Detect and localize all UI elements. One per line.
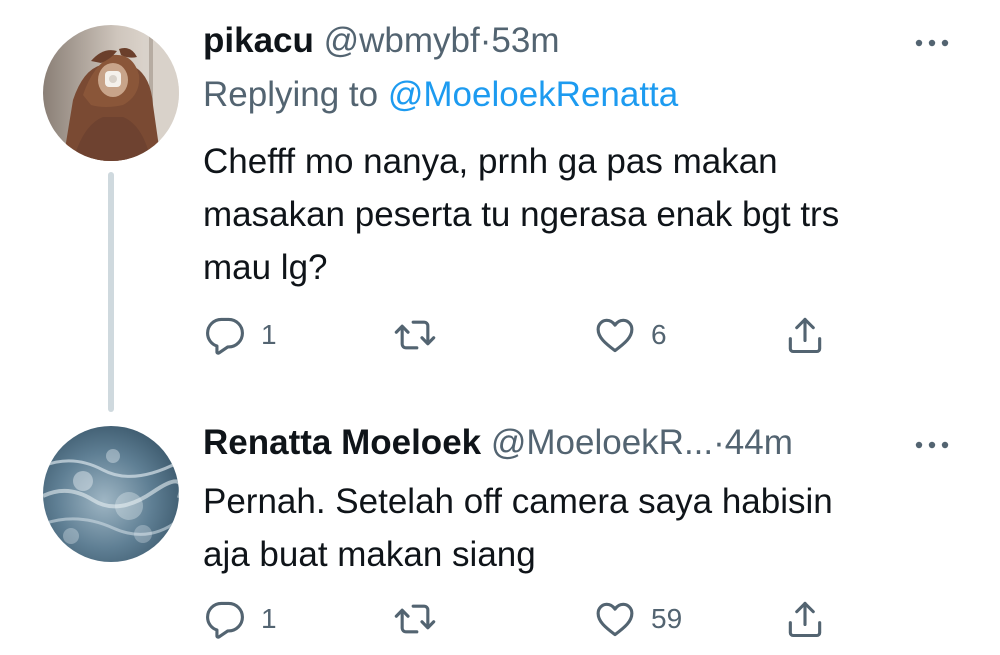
more-options-button[interactable] bbox=[912, 33, 952, 53]
thread-connector-line bbox=[108, 172, 114, 412]
tweet[interactable]: Renatta Moeloek @MoeloekR...·44m Pernah.… bbox=[0, 420, 1000, 655]
retweet-button[interactable] bbox=[393, 313, 437, 357]
mention-link[interactable]: @MoeloekRenatta bbox=[388, 75, 678, 114]
heart-icon bbox=[596, 318, 634, 353]
like-count: 6 bbox=[651, 319, 667, 350]
avatar[interactable] bbox=[43, 25, 179, 161]
retweet-button[interactable] bbox=[393, 597, 437, 641]
retweet-icon bbox=[394, 320, 436, 350]
replying-to: Replying to @MoeloekRenatta bbox=[203, 74, 678, 116]
separator-dot: · bbox=[479, 21, 492, 60]
share-button[interactable] bbox=[783, 597, 827, 641]
reply-thread: pikacu @wbmybf·53m Replying to @MoeloekR… bbox=[0, 0, 1000, 655]
user-handle[interactable]: @wbmybf bbox=[324, 21, 480, 60]
user-handle[interactable]: @MoeloekR... bbox=[491, 423, 713, 462]
more-dots-icon bbox=[915, 441, 949, 449]
tweet-actions: 1 6 bbox=[0, 313, 1000, 357]
tweet-text: Pernah. Setelah off camera saya habisin … bbox=[203, 482, 833, 574]
reply-button[interactable]: 1 bbox=[203, 597, 277, 641]
display-name[interactable]: pikacu bbox=[203, 21, 314, 60]
more-dots-icon bbox=[915, 39, 949, 47]
share-icon bbox=[788, 601, 822, 638]
user-photo-avatar-icon bbox=[43, 25, 179, 161]
replying-prefix: Replying to bbox=[203, 75, 379, 114]
reply-icon bbox=[206, 317, 244, 355]
share-button[interactable] bbox=[783, 313, 827, 357]
timestamp[interactable]: 44m bbox=[725, 423, 793, 462]
reply-count: 1 bbox=[261, 319, 277, 350]
more-options-button[interactable] bbox=[912, 435, 952, 455]
tweet-actions: 1 59 bbox=[0, 597, 1000, 641]
ocean-photo-avatar-icon bbox=[43, 426, 179, 562]
separator-dot: · bbox=[713, 423, 725, 462]
tweet[interactable]: pikacu @wbmybf·53m Replying to @MoeloekR… bbox=[0, 0, 1000, 420]
reply-count: 1 bbox=[261, 603, 277, 634]
like-count: 59 bbox=[651, 603, 683, 634]
share-icon bbox=[788, 317, 822, 354]
heart-icon bbox=[596, 602, 634, 637]
tweet-text: Chefff mo nanya, prnh ga pas makan masak… bbox=[203, 142, 840, 287]
retweet-icon bbox=[394, 604, 436, 634]
tweet-header: Renatta Moeloek @MoeloekR...·44m bbox=[203, 422, 793, 464]
tweet-header: pikacu @wbmybf·53m bbox=[203, 20, 560, 62]
timestamp[interactable]: 53m bbox=[491, 21, 559, 60]
reply-button[interactable]: 1 bbox=[203, 313, 277, 357]
avatar[interactable] bbox=[43, 426, 179, 562]
like-button[interactable]: 6 bbox=[593, 313, 667, 357]
like-button[interactable]: 59 bbox=[593, 597, 682, 641]
reply-icon bbox=[206, 601, 244, 639]
display-name[interactable]: Renatta Moeloek bbox=[203, 423, 481, 462]
